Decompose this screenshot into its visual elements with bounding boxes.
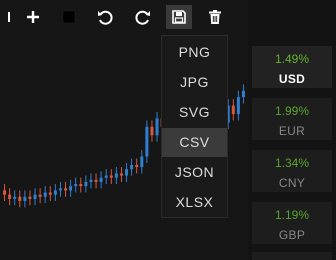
- undo-icon[interactable]: [92, 5, 118, 29]
- currency-change: 1.99%: [274, 104, 310, 118]
- candle-body: [114, 173, 118, 178]
- candle-body: [89, 179, 93, 182]
- currency-sidebar: 1.49% USD 1.99% EUR 1.34% CNY 1.19% GBP: [248, 0, 336, 260]
- currency-card-gbp[interactable]: 1.19% GBP: [252, 202, 332, 244]
- candle-body: [109, 175, 113, 178]
- candle-body: [241, 90, 245, 98]
- collapse-icon[interactable]: [0, 5, 16, 29]
- candle-body: [33, 194, 37, 199]
- candle-body: [155, 118, 159, 136]
- candle-body: [8, 194, 12, 199]
- export-jpg-option[interactable]: JPG: [162, 68, 227, 97]
- add-icon[interactable]: [20, 5, 46, 29]
- candle-body: [140, 156, 144, 168]
- currency-card-cny[interactable]: 1.34% CNY: [252, 150, 332, 192]
- candle-body: [69, 186, 73, 191]
- export-menu: PNG JPG SVG CSV JSON XLSX: [161, 35, 228, 218]
- save-icon[interactable]: [166, 5, 192, 29]
- candle-body: [3, 190, 7, 195]
- candle-body: [125, 169, 129, 176]
- candle-body: [231, 105, 235, 115]
- currency-change: 1.34%: [274, 156, 310, 170]
- candle-body: [64, 188, 68, 191]
- export-csv-option[interactable]: CSV: [162, 128, 227, 157]
- currency-change: 1.49%: [274, 52, 310, 66]
- currency-code: USD: [278, 72, 306, 86]
- export-png-option[interactable]: PNG: [162, 38, 227, 67]
- candle-body: [13, 196, 17, 199]
- candle-body: [28, 196, 32, 199]
- candle-body: [84, 181, 88, 187]
- candle-body: [94, 179, 98, 182]
- candle-body: [236, 97, 240, 115]
- currency-code: CNY: [278, 176, 306, 190]
- redo-icon[interactable]: [130, 5, 156, 29]
- candle-body: [150, 126, 154, 136]
- candle-body: [99, 177, 103, 182]
- candle-body: [23, 196, 27, 201]
- candle-body: [104, 175, 108, 178]
- candle-body: [48, 192, 52, 195]
- candle-body: [135, 164, 139, 168]
- currency-card-usd[interactable]: 1.49% USD: [252, 46, 332, 88]
- currency-code: EUR: [278, 124, 306, 138]
- candle-body: [119, 173, 123, 176]
- candle-body: [43, 192, 47, 197]
- candle-body: [58, 188, 62, 191]
- candle-body: [145, 126, 149, 157]
- export-svg-option[interactable]: SVG: [162, 98, 227, 127]
- candle-body: [74, 184, 78, 187]
- delete-icon[interactable]: [202, 5, 228, 29]
- chart-toolbar: [0, 0, 248, 34]
- stop-icon[interactable]: [56, 5, 82, 29]
- currency-change: 1.19%: [274, 208, 310, 222]
- export-json-option[interactable]: JSON: [162, 158, 227, 187]
- candle-body: [130, 164, 134, 170]
- candle-body: [79, 184, 83, 187]
- candle-body: [18, 196, 22, 201]
- candle-body: [53, 190, 57, 195]
- currency-code: GBP: [278, 228, 306, 242]
- export-xlsx-option[interactable]: XLSX: [162, 188, 227, 217]
- currency-card-partial[interactable]: [252, 252, 332, 260]
- currency-card-eur[interactable]: 1.99% EUR: [252, 98, 332, 140]
- candle-body: [38, 194, 42, 197]
